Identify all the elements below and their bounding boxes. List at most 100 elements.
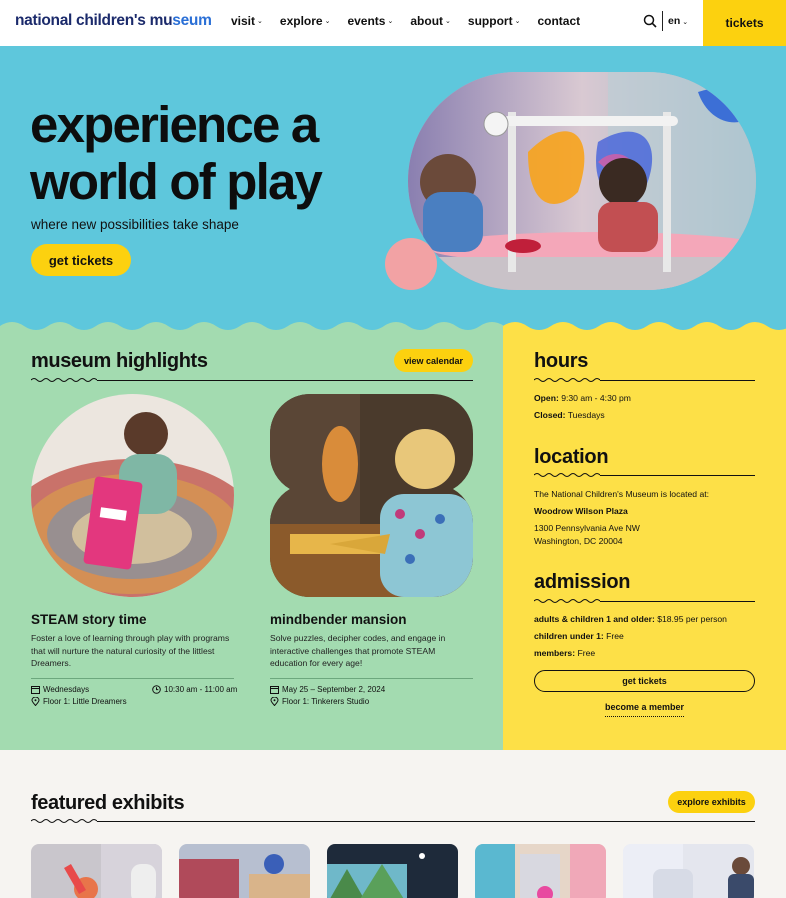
card-time: 10:30 am - 11:00 am <box>152 685 237 694</box>
section-rule <box>97 380 473 381</box>
nav-label: visit <box>231 14 256 28</box>
squiggle-decoration <box>31 819 97 823</box>
chevron-down-icon: ⌄ <box>324 18 331 25</box>
card-title[interactable]: STEAM story time <box>31 612 147 627</box>
chevron-down-icon: ⌄ <box>387 18 394 25</box>
card-rule <box>270 678 473 679</box>
card-location: Floor 1: Little Dreamers <box>31 697 127 706</box>
hero-photo-art <box>408 72 756 290</box>
members-value: Free <box>577 648 596 658</box>
admission-adults: adults & children 1 and older: $18.95 pe… <box>534 613 727 626</box>
section-rule <box>600 475 755 476</box>
closed-days: Closed: Tuesdays <box>534 409 605 422</box>
hero-title: experience a world of play <box>30 96 390 210</box>
nav-item-events[interactable]: events ⌄ <box>347 14 393 28</box>
location-pin-icon <box>31 697 40 706</box>
nav-item-support[interactable]: support ⌄ <box>468 14 521 28</box>
featured-title: featured exhibits <box>31 792 185 814</box>
card-description: Solve puzzles, decipher codes, and engag… <box>270 633 446 668</box>
search-icon[interactable] <box>643 14 657 28</box>
language-selector[interactable]: en ⌄ <box>668 15 688 27</box>
card-date: Wednesdays <box>31 685 89 694</box>
nav-item-about[interactable]: about ⌄ <box>410 14 451 28</box>
squiggle-decoration <box>534 599 600 603</box>
hero-subtitle: where new possibilities take shape <box>31 217 239 232</box>
closed-value: Tuesdays <box>567 410 605 420</box>
section-rule <box>97 821 755 822</box>
nav-label: support <box>467 14 513 28</box>
logo-text: national children's mu <box>15 12 173 29</box>
nav-item-contact[interactable]: contact <box>537 14 580 28</box>
chevron-down-icon: ⌄ <box>445 18 451 25</box>
hero-get-tickets-button[interactable]: get tickets <box>31 244 131 276</box>
card-date-text: Wednesdays <box>43 685 90 694</box>
card-title[interactable]: mindbender mansion <box>270 612 407 627</box>
tickets-button[interactable]: tickets <box>703 0 786 50</box>
admission-members: members: Free <box>534 647 595 660</box>
hero-section: experience a world of play where new poss… <box>0 46 786 336</box>
location-place: Woodrow Wilson Plaza <box>534 506 628 516</box>
wave-divider <box>0 322 786 336</box>
under1-value: Free <box>606 631 624 641</box>
exhibit-thumbnail-art <box>179 844 310 898</box>
exhibit-thumbnail[interactable] <box>179 844 310 898</box>
become-member-link[interactable]: become a member <box>605 702 685 717</box>
open-hours: Open: 9:30 am - 4:30 pm <box>534 392 631 405</box>
mindbender-photo[interactable] <box>270 394 473 597</box>
exhibit-thumbnail[interactable] <box>623 844 754 898</box>
members-label: members: <box>534 648 576 658</box>
nav-label: contact <box>537 14 581 28</box>
address-line2: Washington, DC 20004 <box>534 536 623 546</box>
hero-photo <box>408 72 756 290</box>
squiggle-decoration <box>534 473 600 477</box>
chevron-down-icon: ⌄ <box>514 18 521 25</box>
top-nav: national children's museum visit ⌄ explor… <box>0 0 786 50</box>
chevron-down-icon: ⌄ <box>257 18 263 25</box>
main-menu: visit ⌄ explore ⌄ events ⌄ about ⌄ support ⌄ … <box>231 14 597 28</box>
admission-title: admission <box>534 571 631 593</box>
address-line1: 1300 Pennsylvania Ave NW <box>534 523 640 533</box>
hero-title-line: world of play <box>30 153 323 210</box>
card-rule <box>31 678 234 679</box>
exhibit-thumbnail-art <box>327 844 458 898</box>
calendar-icon <box>31 686 40 694</box>
location-title: location <box>534 446 609 468</box>
nav-item-explore[interactable]: explore ⌄ <box>280 14 331 28</box>
view-calendar-button[interactable]: view calendar <box>394 349 473 372</box>
language-label: en <box>668 15 681 27</box>
card-time-text: 10:30 am - 11:00 am <box>164 685 238 694</box>
open-label: Open: <box>534 393 559 403</box>
calendar-icon <box>270 686 279 694</box>
exhibit-thumbnail[interactable] <box>31 844 162 898</box>
exhibit-thumbnail-art <box>475 844 606 898</box>
card-location-text: Floor 1: Tinkerers Studio <box>282 697 370 706</box>
card-location-text: Floor 1: Little Dreamers <box>43 697 127 706</box>
nav-divider <box>662 11 663 31</box>
adult-value: $18.95 per person <box>657 614 727 624</box>
card-date-text: May 25 – September 2, 2024 <box>282 685 386 694</box>
section-rule <box>600 601 755 602</box>
exhibit-thumbnail[interactable] <box>327 844 458 898</box>
story-time-photo-art <box>31 394 234 597</box>
location-intro: The National Children's Museum is locate… <box>534 489 710 499</box>
nav-item-visit[interactable]: visit ⌄ <box>231 14 263 28</box>
info-get-tickets-button[interactable]: get tickets <box>534 670 755 692</box>
hours-title: hours <box>534 350 589 372</box>
hero-title-line: experience a <box>30 96 319 153</box>
story-time-photo[interactable] <box>31 394 234 597</box>
logo-accent: seum <box>172 12 212 29</box>
explore-exhibits-button[interactable]: explore exhibits <box>668 791 755 813</box>
exhibit-thumbnail-art <box>623 844 754 898</box>
mindbender-photo-art <box>270 394 473 597</box>
nav-label: events <box>347 14 386 28</box>
admission-under1: children under 1: Free <box>534 630 624 643</box>
location-pin-icon <box>270 697 279 706</box>
exhibit-thumbnail[interactable] <box>475 844 606 898</box>
nav-label: explore <box>279 14 323 28</box>
squiggle-decoration <box>31 378 97 382</box>
site-logo[interactable]: national children's museum <box>15 12 212 30</box>
card-location: Floor 1: Tinkerers Studio <box>270 697 369 706</box>
exhibit-thumbnail-art <box>31 844 162 898</box>
nav-label: about <box>410 14 444 28</box>
adult-label: adults & children 1 and older: <box>534 614 655 624</box>
